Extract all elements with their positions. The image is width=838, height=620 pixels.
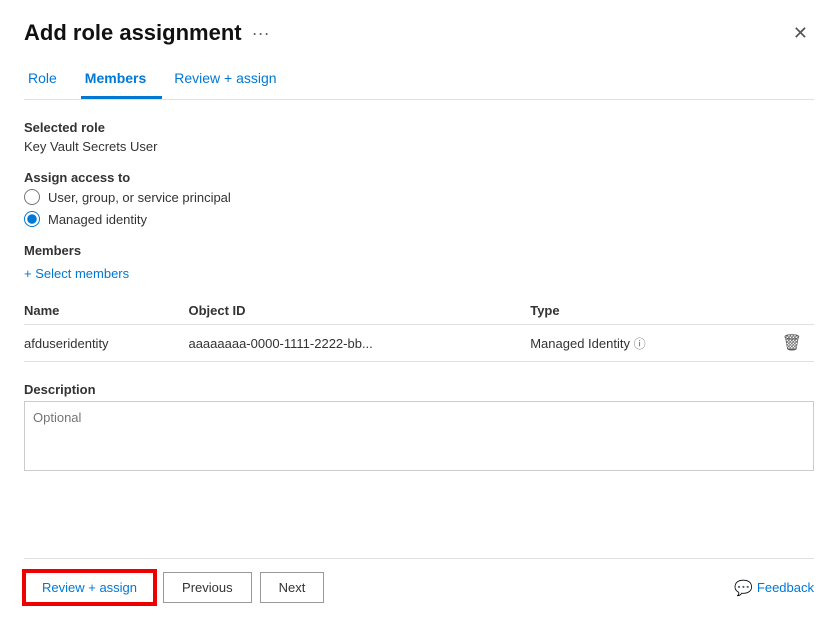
description-section: Description [24, 382, 814, 474]
tab-members[interactable]: Members [81, 62, 162, 99]
radio-managed-identity-input[interactable] [24, 211, 40, 227]
close-button[interactable]: ✕ [787, 21, 814, 46]
members-table-body: afduseridentity aaaaaaaa-0000-1111-2222-… [24, 325, 814, 362]
description-label: Description [24, 382, 814, 397]
tab-review[interactable]: Review + assign [170, 62, 292, 99]
member-object-id: aaaaaaaa-0000-1111-2222-bb... [188, 325, 530, 362]
radio-user-group-input[interactable] [24, 189, 40, 205]
review-assign-button[interactable]: Review + assign [24, 571, 155, 604]
feedback-icon: 💬 [734, 579, 753, 597]
dialog-header: Add role assignment ··· ✕ [24, 20, 814, 46]
radio-user-group-label: User, group, or service principal [48, 190, 231, 205]
assign-access-group: User, group, or service principal Manage… [24, 189, 814, 227]
members-section: Members [24, 243, 814, 258]
radio-user-group[interactable]: User, group, or service principal [24, 189, 814, 205]
members-label: Members [24, 243, 814, 258]
table-row: afduseridentity aaaaaaaa-0000-1111-2222-… [24, 325, 814, 362]
col-object-id: Object ID [188, 297, 530, 325]
col-actions [749, 297, 814, 325]
feedback-button[interactable]: 💬 Feedback [734, 579, 814, 597]
member-delete-cell: 🗑 [749, 325, 814, 362]
dialog-title-row: Add role assignment ··· [24, 20, 270, 46]
next-button[interactable]: Next [260, 572, 325, 603]
more-icon[interactable]: ··· [252, 23, 270, 44]
member-type: Managed Identity ⓘ [530, 325, 749, 362]
footer: Review + assign Previous Next 💬 Feedback [24, 558, 814, 620]
dialog-title: Add role assignment [24, 20, 242, 46]
tabs: Role Members Review + assign [24, 62, 814, 100]
col-name: Name [24, 297, 188, 325]
members-table: Name Object ID Type afduseridentity aaaa… [24, 297, 814, 362]
previous-button[interactable]: Previous [163, 572, 252, 603]
selected-role-value: Key Vault Secrets User [24, 139, 814, 154]
assign-access-label: Assign access to [24, 170, 814, 185]
selected-role-label: Selected role [24, 120, 814, 135]
content-area: Selected role Key Vault Secrets User Ass… [24, 120, 814, 554]
members-table-header: Name Object ID Type [24, 297, 814, 325]
member-name: afduseridentity [24, 325, 188, 362]
tab-role[interactable]: Role [24, 62, 73, 99]
footer-right: 💬 Feedback [734, 579, 814, 597]
info-icon[interactable]: ⓘ [634, 337, 646, 351]
delete-member-button[interactable]: 🗑 [778, 333, 806, 353]
footer-left: Review + assign Previous Next [24, 571, 324, 604]
radio-managed-identity[interactable]: Managed identity [24, 211, 814, 227]
description-textarea[interactable] [24, 401, 814, 471]
add-role-assignment-dialog: Add role assignment ··· ✕ Role Members R… [0, 0, 838, 620]
col-type: Type [530, 297, 749, 325]
radio-managed-identity-label: Managed identity [48, 212, 147, 227]
select-members-button[interactable]: + Select members [24, 266, 129, 281]
